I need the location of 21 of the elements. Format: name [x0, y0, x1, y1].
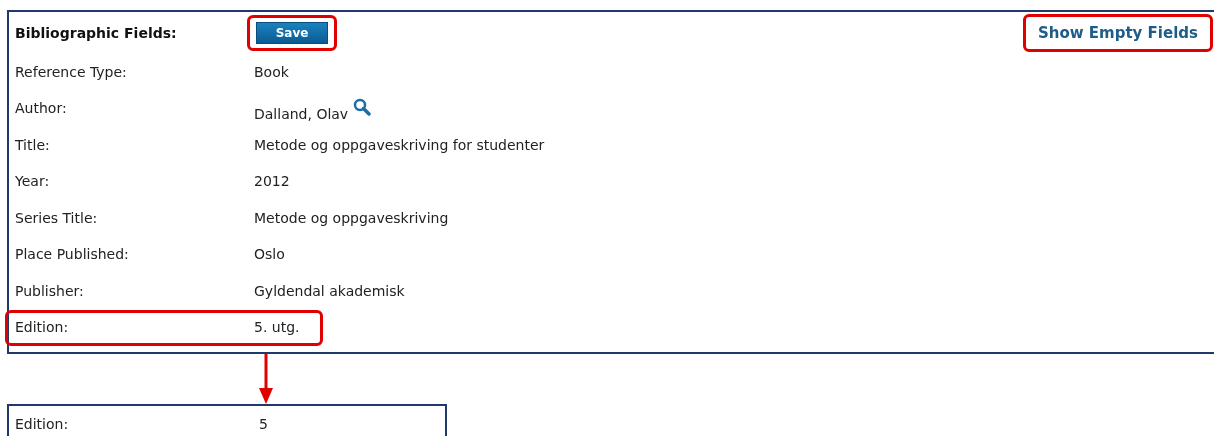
field-label: Author: [14, 99, 68, 119]
field-label: Publisher: [14, 281, 85, 301]
field-label: Reference Type: [14, 62, 128, 82]
section-title: Bibliographic Fields: [14, 23, 178, 43]
field-value: Metode og oppgaveskriving [254, 208, 449, 228]
field-label: Title: [14, 135, 51, 155]
field-label: Place Published: [14, 245, 130, 265]
field-value: Dalland, Olav [254, 105, 349, 125]
field-label: Year: [14, 172, 51, 192]
field-label: Series Title: [14, 208, 99, 228]
field-value: Metode og oppgaveskriving for studenter [254, 135, 545, 155]
field-label: Edition: [14, 414, 70, 434]
field-value: Oslo [254, 245, 285, 265]
save-button[interactable]: Save [256, 22, 328, 44]
field-value: Gyldendal akademisk [254, 281, 405, 301]
field-value: 5 [259, 414, 268, 434]
field-label: Edition: [14, 318, 70, 338]
field-value: Book [254, 62, 289, 82]
field-value: 5. utg. [254, 318, 300, 338]
show-empty-fields-link[interactable]: Show Empty Fields [1037, 23, 1198, 42]
field-value: 2012 [254, 172, 290, 192]
